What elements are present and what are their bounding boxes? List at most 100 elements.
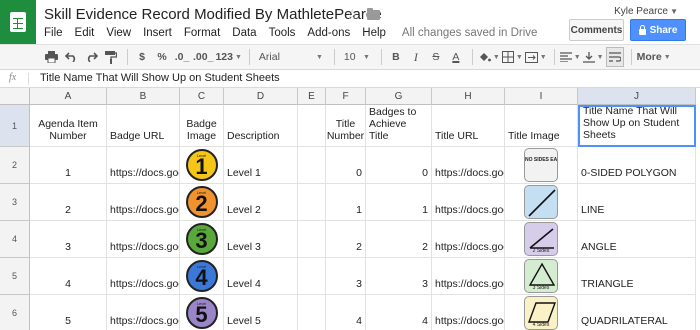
percent-format-button[interactable]: %	[153, 47, 171, 67]
menu-format[interactable]: Format	[184, 27, 220, 39]
number-format-dropdown[interactable]: 123 ▼	[215, 47, 241, 67]
menu-edit[interactable]: Edit	[75, 27, 95, 39]
column-header-a[interactable]: A	[30, 88, 107, 105]
increase-decimal-button[interactable]: .00_	[193, 47, 213, 67]
title-name-cell[interactable]: LINE	[578, 184, 696, 221]
column-header-i[interactable]: I	[505, 88, 578, 105]
column-header-j[interactable]: J	[578, 88, 696, 105]
badges-to-title-cell[interactable]: 1	[366, 184, 432, 221]
badges-to-title-cell[interactable]: 0	[366, 147, 432, 184]
font-family-dropdown[interactable]: Arial ▼	[255, 47, 327, 67]
currency-format-button[interactable]: $	[133, 47, 151, 67]
title-number-cell[interactable]: 0	[326, 147, 366, 184]
badges-to-title-cell[interactable]: 3	[366, 258, 432, 295]
share-button[interactable]: Share	[630, 19, 686, 41]
menu-help[interactable]: Help	[362, 27, 386, 39]
empty-cell[interactable]	[298, 147, 326, 184]
agenda-item-number-cell[interactable]: 2	[30, 184, 107, 221]
row-header-6[interactable]: 6	[0, 295, 30, 330]
badges-to-title-cell[interactable]: 2	[366, 221, 432, 258]
badges-to-title-cell[interactable]: 4	[366, 295, 432, 330]
menu-data[interactable]: Data	[232, 27, 256, 39]
menu-file[interactable]: File	[44, 27, 63, 39]
column-header-c[interactable]: C	[180, 88, 224, 105]
header-cell-j[interactable]: Title Name That Will Show Up on Student …	[578, 105, 696, 147]
strikethrough-button[interactable]: S	[427, 47, 445, 67]
badge-url-cell[interactable]: https://docs.goog	[107, 147, 180, 184]
row-header-2[interactable]: 2	[0, 147, 30, 184]
folder-icon[interactable]	[367, 8, 380, 20]
text-color-button[interactable]: A	[447, 47, 465, 67]
document-title[interactable]: Skill Evidence Record Modified By Mathle…	[44, 6, 382, 23]
title-url-cell[interactable]: https://docs.goog	[432, 258, 505, 295]
column-header-f[interactable]: F	[326, 88, 366, 105]
empty-cell[interactable]	[298, 258, 326, 295]
menu-tools[interactable]: Tools	[269, 27, 296, 39]
header-cell-f[interactable]: Title Number	[326, 105, 366, 147]
title-image-cell[interactable]: 4 Sides	[505, 295, 578, 330]
font-size-dropdown[interactable]: 10 ▼	[340, 47, 374, 67]
star-icon[interactable]: ☆	[346, 6, 359, 23]
formula-input[interactable]: Title Name That Will Show Up on Student …	[40, 72, 280, 84]
title-image-cell[interactable]: 3 Sides	[505, 258, 578, 295]
row-header-3[interactable]: 3	[0, 184, 30, 221]
agenda-item-number-cell[interactable]: 3	[30, 221, 107, 258]
chevron-down-icon[interactable]: ▼	[670, 7, 678, 16]
sheets-logo-icon[interactable]	[0, 0, 36, 44]
header-cell-c[interactable]: Badge Image	[180, 105, 224, 147]
header-cell-d[interactable]: Description	[224, 105, 298, 147]
agenda-item-number-cell[interactable]: 5	[30, 295, 107, 330]
title-url-cell[interactable]: https://docs.goog	[432, 221, 505, 258]
user-name[interactable]: Kyle Pearce	[614, 6, 668, 17]
empty-cell[interactable]	[298, 295, 326, 330]
decrease-decimal-button[interactable]: .0_	[173, 47, 191, 67]
badge-url-cell[interactable]: https://docs.goog	[107, 295, 180, 330]
menu-insert[interactable]: Insert	[143, 27, 172, 39]
title-url-cell[interactable]: https://docs.goog	[432, 184, 505, 221]
undo-icon[interactable]	[62, 47, 80, 67]
badge-image-cell[interactable]: Level 3	[180, 221, 224, 258]
title-image-cell[interactable]: 2 Sides	[505, 221, 578, 258]
header-cell-e[interactable]	[298, 105, 326, 147]
column-header-b[interactable]: B	[107, 88, 180, 105]
badge-image-cell[interactable]: Level 1	[180, 147, 224, 184]
column-header-d[interactable]: D	[224, 88, 298, 105]
header-cell-a[interactable]: Agenda Item Number	[30, 105, 107, 147]
italic-button[interactable]: I	[407, 47, 425, 67]
description-cell[interactable]: Level 5	[224, 295, 298, 330]
fill-color-icon[interactable]: ▼	[478, 47, 500, 67]
agenda-item-number-cell[interactable]: 1	[30, 147, 107, 184]
row-header-1[interactable]: 1	[0, 105, 30, 147]
title-image-cell[interactable]: NO SIDES EARNED YET	[505, 147, 578, 184]
header-cell-h[interactable]: Title URL	[432, 105, 505, 147]
empty-cell[interactable]	[298, 184, 326, 221]
menu-add-ons[interactable]: Add-ons	[307, 27, 350, 39]
badge-url-cell[interactable]: https://docs.goog	[107, 184, 180, 221]
title-number-cell[interactable]: 3	[326, 258, 366, 295]
menu-view[interactable]: View	[106, 27, 131, 39]
title-image-cell[interactable]	[505, 184, 578, 221]
save-status[interactable]: All changes saved in Drive	[402, 27, 538, 39]
title-number-cell[interactable]: 4	[326, 295, 366, 330]
header-cell-i[interactable]: Title Image	[505, 105, 578, 147]
text-wrap-icon[interactable]	[605, 47, 624, 67]
description-cell[interactable]: Level 1	[224, 147, 298, 184]
badge-image-cell[interactable]: Level 2	[180, 184, 224, 221]
title-number-cell[interactable]: 1	[326, 184, 366, 221]
title-name-cell[interactable]: ANGLE	[578, 221, 696, 258]
bold-button[interactable]: B	[387, 47, 405, 67]
header-cell-g[interactable]: Number of Badges to Achieve Title	[366, 105, 432, 147]
title-url-cell[interactable]: https://docs.goog	[432, 147, 505, 184]
title-url-cell[interactable]: https://docs.goog	[432, 295, 505, 330]
description-cell[interactable]: Level 4	[224, 258, 298, 295]
title-number-cell[interactable]: 2	[326, 221, 366, 258]
badge-url-cell[interactable]: https://docs.goog	[107, 258, 180, 295]
paint-format-icon[interactable]	[102, 47, 120, 67]
header-cell-b[interactable]: Badge URL	[107, 105, 180, 147]
title-name-cell[interactable]: TRIANGLE	[578, 258, 696, 295]
print-icon[interactable]	[42, 47, 60, 67]
redo-icon[interactable]	[82, 47, 100, 67]
column-header-g[interactable]: G	[366, 88, 432, 105]
badge-image-cell[interactable]: Level 5	[180, 295, 224, 330]
empty-cell[interactable]	[298, 221, 326, 258]
